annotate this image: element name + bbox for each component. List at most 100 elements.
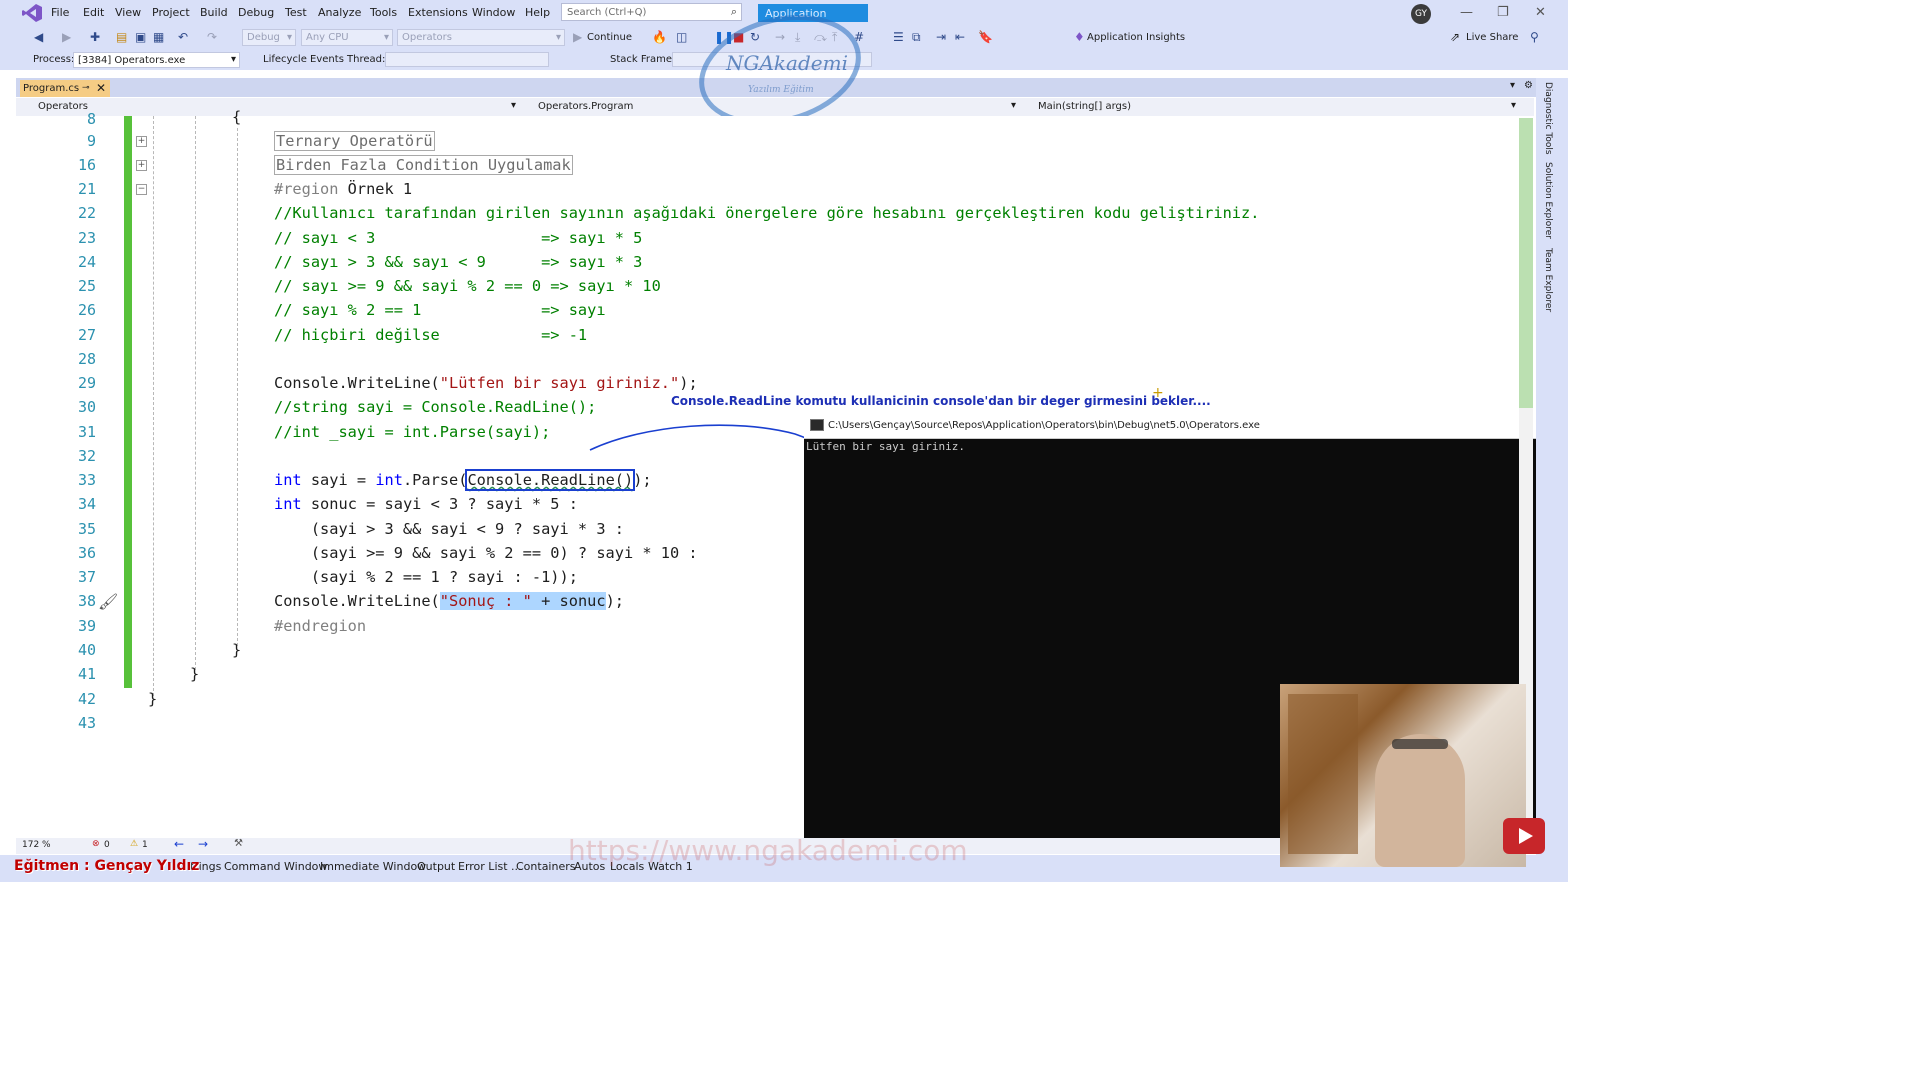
collapsed-region[interactable]: Birden Fazla Condition Uygulamak bbox=[274, 155, 573, 175]
menu-help[interactable]: Help bbox=[525, 6, 550, 19]
diagnostic-tools-tab[interactable]: Diagnostic Tools bbox=[1541, 82, 1553, 155]
code-token: Console.WriteLine( bbox=[274, 374, 440, 392]
tab-output[interactable]: Output bbox=[417, 860, 455, 873]
app-insights-button[interactable]: Application Insights bbox=[1087, 32, 1185, 43]
menu-view[interactable]: View bbox=[115, 6, 141, 19]
chevron-down-icon: ▾ bbox=[1510, 100, 1516, 111]
chevron-down-icon: ▾ bbox=[555, 32, 561, 43]
back-icon[interactable]: ◀ bbox=[34, 30, 43, 44]
chevron-down-icon: ▾ bbox=[1010, 100, 1016, 111]
process-combo[interactable]: [3384] Operators.exe ▾ bbox=[73, 52, 240, 68]
live-share-button[interactable]: Live Share bbox=[1466, 32, 1518, 43]
threads-icon[interactable]: ☰ bbox=[893, 30, 904, 44]
tab-containers[interactable]: Containers bbox=[516, 860, 576, 873]
code-line: //Kullanıcı tarafından girilen sayının a… bbox=[274, 204, 1260, 222]
code-line: Console.WriteLine("Lütfen bir sayı girin… bbox=[274, 374, 698, 392]
avatar[interactable]: GY bbox=[1411, 4, 1431, 24]
solution-explorer-tab[interactable]: Solution Explorer bbox=[1541, 162, 1553, 239]
code-token: ); bbox=[605, 592, 624, 610]
screenshot-icon[interactable]: ◫ bbox=[676, 30, 687, 44]
play-icon bbox=[1519, 828, 1533, 844]
console-title-bar[interactable]: C:\Users\Gençay\Source\Repos\Application… bbox=[804, 414, 1554, 439]
undo-icon[interactable]: ↶ bbox=[178, 30, 188, 44]
outdent-icon[interactable]: ⇤ bbox=[955, 30, 965, 44]
chevron-down-icon[interactable]: ▾ bbox=[1510, 80, 1515, 91]
line-number: 24 bbox=[77, 253, 96, 271]
forward-icon[interactable]: ▶ bbox=[62, 30, 71, 44]
expand-region-icon[interactable]: + bbox=[136, 136, 147, 147]
close-window-icon[interactable]: ✕ bbox=[1535, 5, 1546, 20]
menu-edit[interactable]: Edit bbox=[83, 6, 104, 19]
tab-program-cs[interactable]: Program.cs ⊸ ✕ bbox=[20, 80, 110, 97]
indent-guide bbox=[195, 116, 196, 670]
tab-immediate-window[interactable]: Immediate Window bbox=[320, 860, 426, 873]
selected-text: + sonuc bbox=[531, 592, 606, 610]
line-number: 29 bbox=[77, 374, 96, 392]
continue-button[interactable]: Continue bbox=[587, 32, 632, 43]
code-line: Console.WriteLine("Sonuç : " + sonuc); bbox=[274, 592, 624, 610]
save-icon[interactable]: ▣ bbox=[135, 30, 146, 44]
tab-error-list[interactable]: Error List ... bbox=[458, 860, 522, 873]
save-all-icon[interactable]: ▦ bbox=[153, 30, 164, 44]
zoom-level[interactable]: 172 % bbox=[22, 840, 51, 850]
pin-icon[interactable]: ⚲ bbox=[1530, 30, 1539, 44]
thread-combo[interactable] bbox=[385, 52, 549, 67]
person-figure bbox=[1375, 734, 1465, 867]
line-number: 37 bbox=[77, 568, 96, 586]
menu-debug[interactable]: Debug bbox=[238, 6, 274, 19]
scrollbar-thumb[interactable] bbox=[1519, 118, 1533, 408]
code-line: // hiçbiri değilse => -1 bbox=[274, 326, 588, 344]
play-icon[interactable]: ▶ bbox=[573, 30, 582, 44]
stack-icon[interactable]: ⧉ bbox=[912, 30, 921, 45]
selected-text: "Sonuç : " bbox=[439, 592, 532, 610]
expand-region-icon[interactable]: + bbox=[136, 160, 147, 171]
redo-icon[interactable]: ↷ bbox=[207, 30, 217, 44]
menu-tools[interactable]: Tools bbox=[370, 6, 397, 19]
pin-icon[interactable]: ⊸ bbox=[82, 83, 90, 93]
menu-analyze[interactable]: Analyze bbox=[318, 6, 361, 19]
menu-extensions[interactable]: Extensions bbox=[408, 6, 468, 19]
team-explorer-tab[interactable]: Team Explorer bbox=[1541, 248, 1553, 312]
indent-icon[interactable]: ⇥ bbox=[936, 30, 946, 44]
tab-command-window[interactable]: Command Window bbox=[224, 860, 327, 873]
project-combo[interactable]: Operators ▾ bbox=[22, 99, 518, 115]
restore-icon[interactable]: ❐ bbox=[1497, 5, 1509, 20]
warning-count[interactable]: 1 bbox=[142, 840, 148, 850]
instructor-caption: Eğitmen : Gençay Yıldız bbox=[14, 858, 200, 874]
code-token: sayi = bbox=[301, 471, 376, 489]
live-share-icon: ⇗ bbox=[1450, 30, 1461, 44]
collapse-region-icon[interactable]: − bbox=[136, 184, 147, 195]
youtube-play-button[interactable] bbox=[1503, 818, 1545, 854]
menu-build[interactable]: Build bbox=[200, 6, 228, 19]
nav-forward-icon[interactable]: → bbox=[198, 837, 208, 851]
config-combo[interactable]: Debug ▾ bbox=[242, 29, 296, 46]
member-combo[interactable]: Main(string[] args) ▾ bbox=[1022, 99, 1518, 115]
hot-reload-icon[interactable]: 🔥 bbox=[652, 30, 667, 44]
gear-icon[interactable]: ⚙ bbox=[1524, 80, 1533, 91]
open-folder-icon[interactable]: ▤ bbox=[116, 30, 127, 44]
code-line: // sayı > 3 && sayı < 9 => sayı * 3 bbox=[274, 253, 643, 271]
collapsed-region[interactable]: Ternary Operatörü bbox=[274, 131, 435, 151]
code-token: Console.WriteLine( bbox=[274, 592, 440, 610]
line-number: 42 bbox=[77, 690, 96, 708]
config-value: Debug bbox=[247, 32, 280, 43]
nav-back-icon[interactable]: ← bbox=[174, 837, 184, 851]
menu-file[interactable]: File bbox=[51, 6, 69, 19]
lifecycle-events-button[interactable]: Lifecycle Events bbox=[263, 54, 344, 65]
menu-project[interactable]: Project bbox=[152, 6, 190, 19]
new-project-icon[interactable]: ✚ bbox=[90, 30, 100, 44]
platform-combo[interactable]: Any CPU ▾ bbox=[301, 29, 393, 46]
error-count[interactable]: 0 bbox=[104, 840, 110, 850]
startup-combo[interactable]: Operators ▾ bbox=[397, 29, 565, 46]
quick-actions-brush-icon[interactable]: 🖌 bbox=[98, 592, 118, 611]
webcam-overlay bbox=[1280, 684, 1526, 867]
close-icon[interactable]: ✕ bbox=[96, 81, 106, 95]
menu-test[interactable]: Test bbox=[285, 6, 307, 19]
console-title: C:\Users\Gençay\Source\Repos\Application… bbox=[828, 420, 1260, 431]
code-cleanup-icon[interactable]: ⚒ bbox=[234, 838, 243, 849]
minimize-icon[interactable]: — bbox=[1460, 5, 1473, 20]
warning-icon: ⚠ bbox=[130, 839, 139, 849]
menu-window[interactable]: Window bbox=[472, 6, 515, 19]
bookmark-icon[interactable]: 🔖 bbox=[978, 30, 993, 44]
error-icon: ⊗ bbox=[92, 839, 100, 849]
